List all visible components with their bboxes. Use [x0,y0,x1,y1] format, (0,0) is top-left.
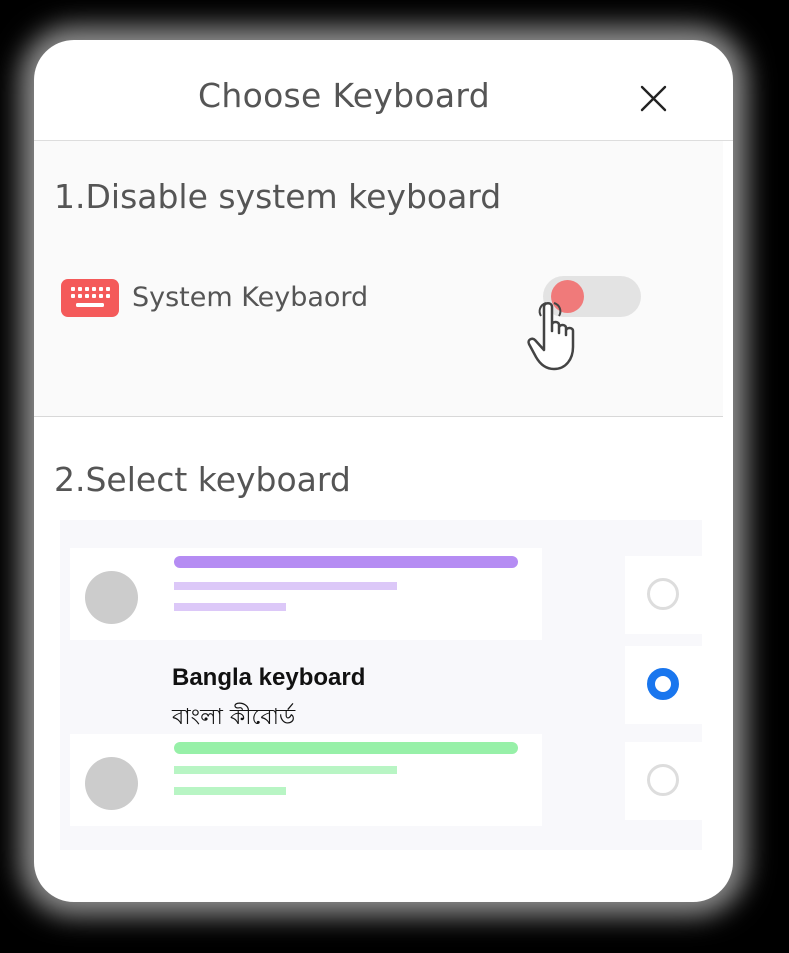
keyboard-radio[interactable] [625,742,703,820]
keyboard-option[interactable] [60,548,703,640]
step2-title: 2.Select keyboard [54,460,351,499]
placeholder-line [174,787,286,795]
radio-selected [647,668,679,700]
dialog-title: Choose Keyboard [198,76,490,115]
keyboard-icon [61,279,119,317]
keyboard-native-name: বাংলা কীবোর্ড [172,705,296,730]
step1-title: 1.Disable system keyboard [54,177,502,216]
keyboard-radio[interactable] [625,556,703,634]
placeholder-line [174,766,397,774]
hand-pointer-icon [527,302,575,371]
placeholder-line [174,582,397,590]
radio-unselected [647,764,679,796]
keyboard-avatar [85,571,138,624]
keyboard-option-bangla[interactable]: Bangla keyboard বাংলা কীবোর্ড [60,638,703,730]
keyboard-avatar [85,757,138,810]
close-icon [640,85,667,112]
keyboard-radio[interactable] [625,646,703,724]
keyboard-option[interactable] [60,734,703,826]
disable-system-keyboard-section: 1.Disable system keyboard System Keybaor… [34,141,723,417]
keyboard-name: Bangla keyboard [172,664,366,691]
dialog-header: Choose Keyboard [34,40,733,141]
system-keyboard-label: System Keybaord [132,282,369,313]
close-button[interactable] [632,78,676,122]
placeholder-line [174,603,286,611]
placeholder-title-bar [174,556,518,568]
radio-unselected [647,578,679,610]
choose-keyboard-dialog: Choose Keyboard 1.Disable system keyboar… [34,40,733,902]
keyboard-list: Bangla keyboard বাংলা কীবোর্ড [60,520,703,850]
placeholder-title-bar [174,742,518,754]
